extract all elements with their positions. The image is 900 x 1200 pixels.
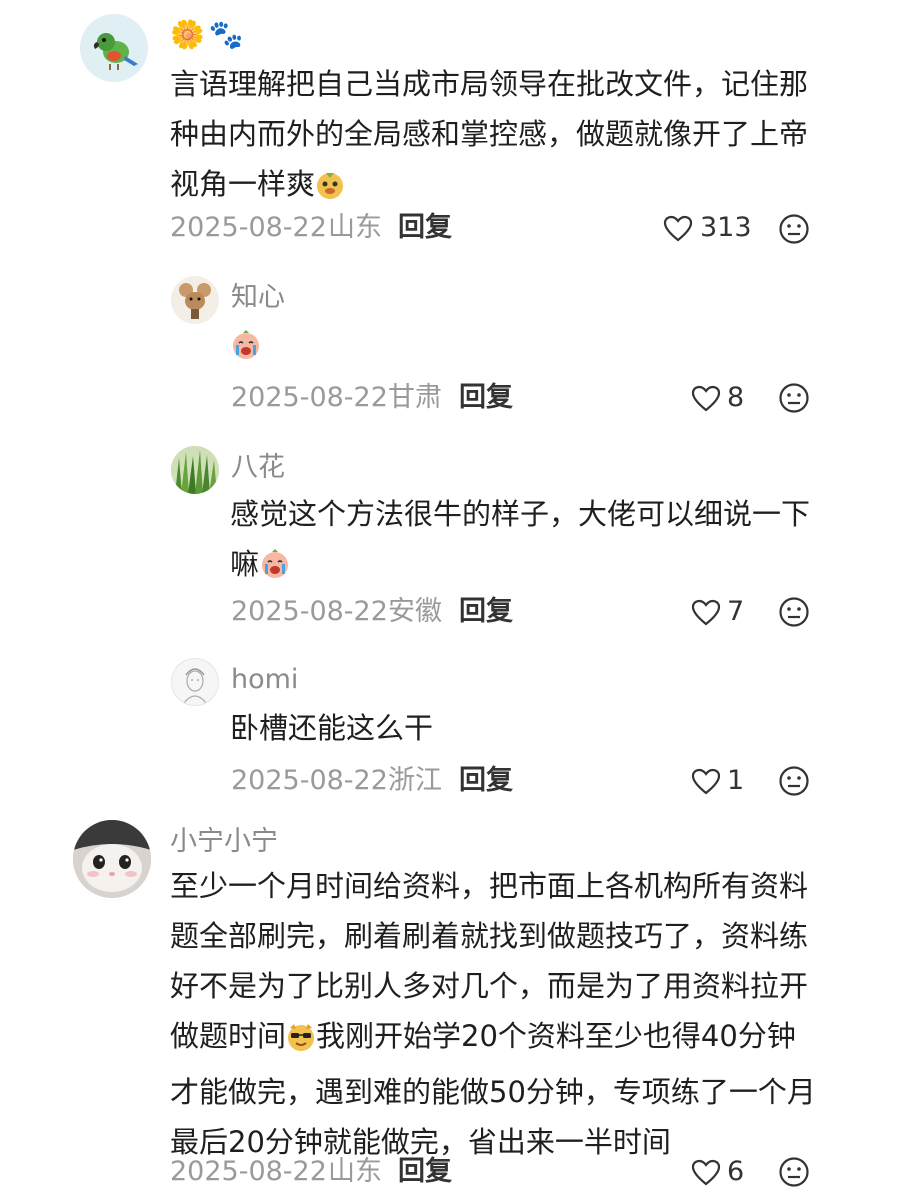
comment-body: 感觉这个方法很牛的样子，大佬可以细说一下 嘛 bbox=[230, 489, 810, 595]
doge-emoji-icon bbox=[315, 165, 345, 215]
comment-line bbox=[230, 320, 262, 376]
comment-line: 感觉这个方法很牛的样子，大佬可以细说一下 bbox=[230, 497, 811, 531]
heart-icon[interactable] bbox=[691, 768, 721, 800]
comment-line: 至少一个月时间给资料，把市面上各机构所有资料 bbox=[170, 869, 809, 903]
like-count: 7 bbox=[727, 596, 745, 627]
reply-button[interactable]: 回复 bbox=[398, 211, 452, 245]
username[interactable]: 八花 bbox=[231, 451, 285, 485]
comment-date: 2025-08-22 bbox=[231, 382, 388, 413]
reply-button[interactable]: 回复 bbox=[459, 764, 513, 798]
reply-button[interactable]: 回复 bbox=[398, 1155, 452, 1189]
comment-date: 2025-08-22 bbox=[231, 765, 388, 796]
cartoon-mouse-icon bbox=[179, 283, 211, 319]
heart-icon[interactable] bbox=[691, 385, 721, 417]
username[interactable]: 小宁小宁 bbox=[170, 825, 278, 859]
username[interactable]: homi bbox=[231, 663, 298, 697]
avatar[interactable] bbox=[171, 276, 219, 324]
cool-emoji-icon bbox=[286, 1017, 316, 1067]
heart-icon[interactable] bbox=[691, 1159, 721, 1191]
comment-location: 山东 bbox=[328, 212, 382, 243]
like-count: 8 bbox=[727, 382, 745, 413]
flower-icon: 🌼 bbox=[170, 18, 205, 51]
comment-body bbox=[230, 320, 262, 376]
comment-date: 2025-08-22 bbox=[170, 1156, 327, 1187]
comment-date: 2025-08-22 bbox=[231, 596, 388, 627]
comment-line: 视角一样爽 bbox=[170, 159, 808, 215]
comment-body: 至少一个月时间给资料，把市面上各机构所有资料 题全部刷完，刷着刷着就找到做题技巧… bbox=[170, 861, 816, 1167]
comment-location: 山东 bbox=[328, 1156, 382, 1187]
username[interactable]: 知心 bbox=[231, 281, 285, 315]
comment-line: 才能做完，遇到难的能做50分钟，专项练了一个月 bbox=[170, 1075, 816, 1109]
comment-line: 言语理解把自己当成市局领导在批改文件，记住那 bbox=[170, 67, 809, 101]
dislike-face-icon[interactable] bbox=[778, 765, 810, 801]
comment-line: 题全部刷完，刷着刷着就找到做题技巧了，资料练 bbox=[170, 919, 809, 953]
comment-location: 浙江 bbox=[388, 765, 442, 796]
heart-icon[interactable] bbox=[691, 599, 721, 631]
parrot-avatar-icon bbox=[93, 33, 138, 70]
dislike-face-icon[interactable] bbox=[778, 382, 810, 418]
heart-icon[interactable] bbox=[663, 215, 693, 247]
sketch-portrait-icon bbox=[183, 668, 207, 704]
comment-location: 甘肃 bbox=[388, 382, 442, 413]
like-count: 6 bbox=[727, 1156, 745, 1187]
crying-emoji-icon bbox=[259, 545, 291, 595]
dislike-face-icon[interactable] bbox=[778, 213, 810, 249]
comment-line: 卧槽还能这么干 bbox=[230, 711, 434, 745]
avatar[interactable] bbox=[80, 14, 148, 82]
reply-button[interactable]: 回复 bbox=[459, 381, 513, 415]
avatar[interactable] bbox=[73, 820, 151, 898]
comment-date: 2025-08-22 bbox=[170, 212, 327, 243]
comment-location: 安徽 bbox=[388, 596, 442, 627]
crying-emoji-icon bbox=[230, 326, 262, 376]
like-count: 313 bbox=[700, 212, 752, 243]
grass-avatar-icon bbox=[171, 446, 219, 494]
comment-line: 嘛 bbox=[230, 539, 810, 595]
comment-line: 做题时间 我刚开始学20个资料至少也得40分钟 bbox=[170, 1011, 816, 1067]
like-count: 1 bbox=[727, 765, 745, 796]
comment-line: 好不是为了比别人多对几个，而是为了用资料拉开 bbox=[170, 969, 809, 1003]
comment-line: 种由内而外的全局感和掌控感，做题就像开了上帝 bbox=[170, 117, 809, 151]
avatar[interactable] bbox=[171, 658, 219, 706]
cat-avatar-icon bbox=[73, 820, 151, 898]
avatar[interactable] bbox=[171, 446, 219, 494]
username-emoji[interactable]: 🌼 🐾 bbox=[170, 18, 248, 52]
dislike-face-icon[interactable] bbox=[778, 1156, 810, 1192]
comment-body: 言语理解把自己当成市局领导在批改文件，记住那 种由内而外的全局感和掌控感，做题就… bbox=[170, 59, 808, 215]
reply-button[interactable]: 回复 bbox=[459, 595, 513, 629]
comment-body: 卧槽还能这么干 bbox=[230, 703, 433, 753]
paw-icon: 🐾 bbox=[208, 18, 244, 51]
dislike-face-icon[interactable] bbox=[778, 596, 810, 632]
